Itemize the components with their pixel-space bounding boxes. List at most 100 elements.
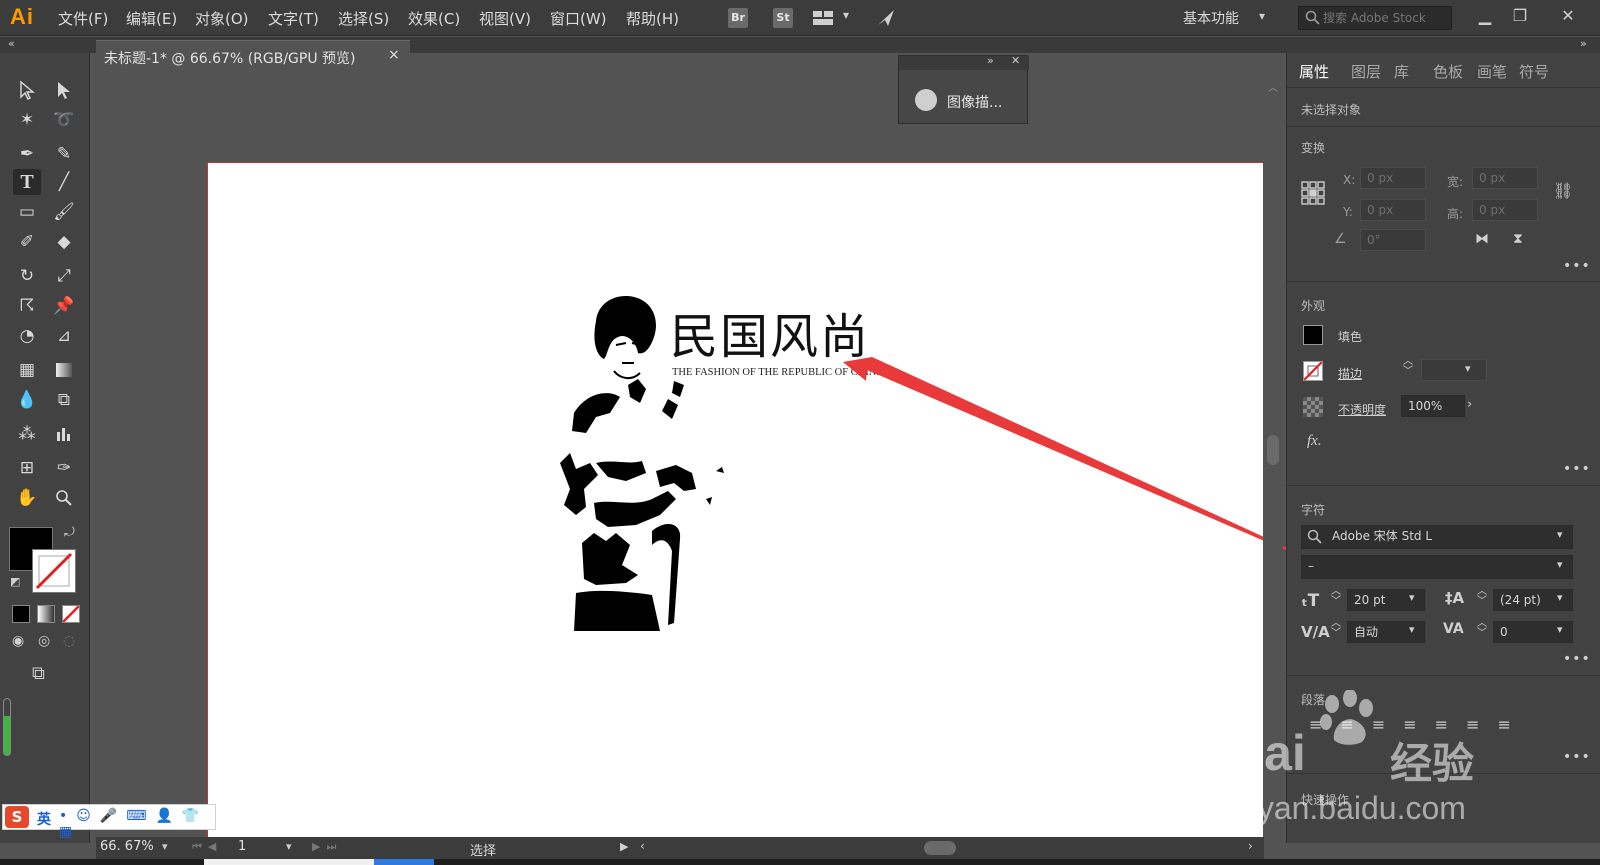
column-graph-tool-icon[interactable] bbox=[50, 421, 78, 447]
flip-vertical-icon[interactable]: ⧗ bbox=[1513, 231, 1523, 247]
stroke-swatch[interactable] bbox=[32, 549, 76, 593]
workspace-switcher[interactable]: 基本功能 bbox=[1183, 8, 1239, 28]
tab-libraries[interactable]: 库 bbox=[1394, 61, 1409, 82]
warp-tool-icon[interactable]: ☈ bbox=[13, 293, 41, 319]
chevron-down-icon[interactable]: ▾ bbox=[286, 840, 292, 853]
width-field[interactable]: 0 px bbox=[1472, 167, 1538, 189]
menu-file[interactable]: 文件(F) bbox=[58, 8, 108, 29]
bridge-button[interactable]: Br bbox=[728, 8, 748, 28]
stock-button[interactable]: St bbox=[773, 8, 793, 28]
publish-icon[interactable] bbox=[875, 7, 897, 29]
more-options-icon[interactable]: ••• bbox=[1563, 651, 1591, 667]
ime-tool-icons[interactable]: •☺🎤⌨👤👕▦ bbox=[59, 808, 215, 840]
page-nav-next-icon[interactable]: ▶⏭ bbox=[312, 840, 342, 854]
draw-normal-icon[interactable]: ◉ bbox=[12, 633, 24, 649]
stroke-weight-field[interactable] bbox=[1421, 359, 1487, 381]
eraser-tool-icon[interactable]: ◆ bbox=[50, 229, 78, 255]
stepper-icon[interactable]: ︿ ﹀ bbox=[1403, 357, 1413, 377]
arrange-documents-icon[interactable] bbox=[812, 9, 834, 27]
stepper-icon[interactable]: ︿ ﹀ bbox=[1331, 619, 1341, 639]
chevron-down-icon[interactable]: ▾ bbox=[1259, 9, 1265, 23]
menu-view[interactable]: 视图(V) bbox=[479, 8, 531, 29]
tab-swatches[interactable]: 色板 bbox=[1433, 61, 1463, 82]
symbol-sprayer-tool-icon[interactable]: ⁂ bbox=[13, 421, 41, 447]
color-mode-icon[interactable] bbox=[12, 605, 30, 623]
curvature-tool-icon[interactable]: ✎ bbox=[50, 141, 78, 167]
stepper-icon[interactable]: ︿ ﹀ bbox=[1477, 587, 1487, 607]
puppet-warp-tool-icon[interactable]: 📌 bbox=[50, 293, 78, 319]
line-tool-icon[interactable]: ╱ bbox=[50, 169, 78, 195]
effects-button[interactable]: fx. bbox=[1307, 433, 1322, 450]
artboard[interactable]: 民国风尚 THE FASHION OF THE REPUBLIC OF CHIN… bbox=[207, 162, 1263, 846]
menu-select[interactable]: 选择(S) bbox=[338, 8, 389, 29]
expand-right-icon[interactable]: » bbox=[1580, 37, 1587, 50]
rectangle-tool-icon[interactable]: ▭ bbox=[13, 199, 41, 225]
font-style-dropdown[interactable]: – bbox=[1301, 555, 1573, 579]
gradient-tool-icon[interactable] bbox=[50, 357, 78, 383]
x-field[interactable]: 0 px bbox=[1360, 167, 1426, 189]
chevron-down-icon[interactable]: ▾ bbox=[843, 8, 849, 22]
menu-effect[interactable]: 效果(C) bbox=[408, 8, 460, 29]
restore-icon[interactable]: ❐ bbox=[1507, 4, 1533, 28]
artwork-subtitle[interactable]: THE FASHION OF THE REPUBLIC OF CHINA bbox=[672, 367, 884, 378]
menu-edit[interactable]: 编辑(E) bbox=[126, 8, 177, 29]
eyedropper-tool-icon[interactable]: 💧 bbox=[13, 387, 41, 413]
chevron-down-icon[interactable]: ▾ bbox=[1465, 362, 1471, 375]
chevron-down-icon[interactable]: ▾ bbox=[1409, 591, 1415, 604]
minimize-icon[interactable]: ▁ bbox=[1472, 4, 1498, 28]
chevron-down-icon[interactable]: ▾ bbox=[162, 840, 168, 853]
scroll-thumb[interactable] bbox=[1267, 435, 1279, 465]
font-family-dropdown[interactable]: Adobe 宋体 Std L bbox=[1301, 525, 1573, 549]
stepper-icon[interactable]: ︿ ﹀ bbox=[1331, 587, 1341, 607]
default-colors-icon[interactable]: ◩ bbox=[10, 575, 20, 588]
slice-tool-icon[interactable]: ✑ bbox=[50, 455, 78, 481]
document-tab[interactable]: 未标题-1* @ 66.67% (RGB/GPU 预览) × bbox=[96, 40, 410, 74]
ime-mode-toggle[interactable]: 英 bbox=[37, 809, 51, 829]
mesh-tool-icon[interactable]: ▦ bbox=[13, 357, 41, 383]
zoom-field[interactable]: 66. 67% bbox=[100, 839, 154, 854]
more-options-icon[interactable]: ••• bbox=[1563, 258, 1591, 274]
selection-tool-icon[interactable] bbox=[13, 77, 41, 103]
shaper-tool-icon[interactable]: ✐ bbox=[13, 229, 41, 255]
draw-behind-icon[interactable]: ◎ bbox=[38, 633, 50, 649]
direct-selection-tool-icon[interactable] bbox=[50, 77, 78, 103]
chevron-down-icon[interactable]: ▾ bbox=[1557, 623, 1563, 636]
menu-type[interactable]: 文字(T) bbox=[268, 8, 319, 29]
paintbrush-tool-icon[interactable]: 🖌 bbox=[50, 199, 78, 225]
scroll-up-icon[interactable]: ︿ bbox=[1268, 79, 1278, 94]
status-menu-icon[interactable]: ▶ bbox=[620, 840, 628, 853]
more-options-icon[interactable]: ••• bbox=[1563, 749, 1591, 765]
opacity-field[interactable]: 100% bbox=[1401, 395, 1465, 417]
stroke-label[interactable]: 描边 bbox=[1338, 365, 1362, 382]
page-nav-prev-icon[interactable]: ⏮◀ bbox=[192, 840, 222, 854]
gradient-mode-icon[interactable] bbox=[37, 605, 55, 623]
horizontal-scroll-thumb[interactable] bbox=[924, 841, 956, 855]
shape-builder-tool-icon[interactable]: ◔ bbox=[13, 323, 41, 349]
image-trace-button[interactable]: 图像描... bbox=[947, 92, 1002, 112]
tab-brushes[interactable]: 画笔 bbox=[1477, 61, 1507, 82]
none-mode-icon[interactable] bbox=[62, 605, 80, 623]
fill-color-swatch[interactable] bbox=[1303, 325, 1323, 345]
close-icon[interactable]: ✕ bbox=[1555, 4, 1581, 28]
zoom-tool-icon[interactable] bbox=[50, 485, 78, 511]
tab-properties[interactable]: 属性 bbox=[1299, 61, 1329, 82]
stock-search[interactable] bbox=[1298, 6, 1452, 30]
more-options-icon[interactable]: ••• bbox=[1563, 461, 1591, 477]
chevron-down-icon[interactable]: ▾ bbox=[1557, 591, 1563, 604]
constrain-proportions-icon[interactable]: ⛓ bbox=[1553, 181, 1573, 200]
magic-wand-tool-icon[interactable]: ✶ bbox=[13, 107, 41, 133]
expand-icon[interactable]: » bbox=[987, 54, 994, 67]
sogou-logo-icon[interactable]: S bbox=[5, 806, 29, 828]
scale-tool-icon[interactable]: ⤢ bbox=[50, 263, 78, 289]
rotate-tool-icon[interactable]: ↻ bbox=[13, 263, 41, 289]
opacity-label[interactable]: 不透明度 bbox=[1338, 401, 1386, 418]
stroke-color-swatch[interactable] bbox=[1303, 361, 1323, 381]
close-icon[interactable]: ✕ bbox=[1011, 54, 1020, 67]
reference-point-icon[interactable] bbox=[1301, 181, 1325, 209]
flip-horizontal-icon[interactable]: ⧓ bbox=[1475, 231, 1489, 247]
chevron-down-icon[interactable]: ▾ bbox=[1557, 528, 1563, 541]
image-trace-icon[interactable] bbox=[915, 89, 937, 111]
screen-mode-icon[interactable]: ⧉ bbox=[32, 663, 45, 684]
menu-object[interactable]: 对象(O) bbox=[195, 8, 249, 29]
stepper-icon[interactable]: ︿ ﹀ bbox=[1477, 619, 1487, 639]
